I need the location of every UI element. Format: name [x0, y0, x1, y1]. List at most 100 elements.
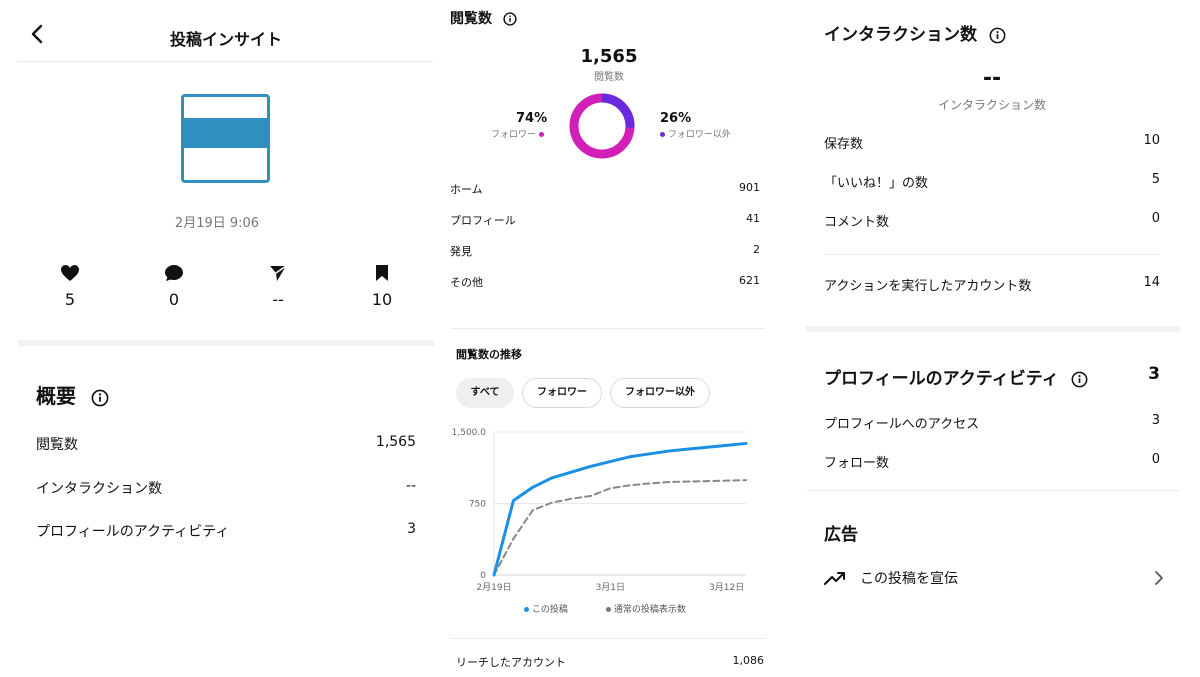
views-heading: 閲覧数: [450, 8, 517, 28]
overview-row-profile-activity[interactable]: プロフィールのアクティビティ 3: [36, 521, 416, 541]
nonfollowers-percent: 26%: [660, 111, 692, 126]
source-label: プロフィール: [450, 214, 516, 227]
views-total: 1,565: [580, 46, 638, 67]
thumbnail-band: [184, 118, 267, 148]
ads-title: 広告: [824, 525, 858, 545]
source-row-home: ホーム 901: [450, 181, 760, 197]
comments-stat: 0: [144, 264, 204, 309]
source-row-profile: プロフィール 41: [450, 212, 760, 228]
series-line-typical: [493, 479, 747, 576]
filter-followers[interactable]: フォロワー: [522, 378, 602, 408]
heart-icon: [61, 265, 79, 281]
source-value: 2: [753, 243, 760, 256]
row-value: 1,565: [375, 434, 416, 450]
overview-title: 概要: [36, 384, 76, 408]
nonfollowers-label: フォロワー以外: [667, 130, 731, 140]
row-value: 5: [1151, 172, 1160, 187]
row-value: 0: [1151, 452, 1160, 467]
post-date: 2月19日 9:06: [174, 216, 260, 231]
promote-label: この投稿を宣伝: [860, 571, 958, 587]
source-value: 901: [739, 181, 760, 194]
section-divider: [18, 340, 434, 346]
views-trend-chart: 0 750 1,500.0 2月19日 3月1日 3月12日: [452, 428, 748, 593]
post-thumbnail[interactable]: [181, 94, 270, 183]
views-title: 閲覧数: [450, 11, 492, 27]
interactions-value: --: [982, 66, 1002, 91]
profile-row-visits: プロフィールへのアクセス 3: [824, 413, 1160, 432]
shares-stat: --: [248, 264, 308, 309]
x-tick-label: 2月19日: [476, 582, 511, 593]
followers-dot: [538, 132, 544, 137]
interactions-title: インタラクション数: [824, 25, 977, 45]
interaction-row-saves: 保存数 10: [824, 133, 1160, 152]
likes-stat: 5: [40, 264, 100, 309]
row-label: コメント数: [824, 215, 890, 230]
interactions-heading: インタラクション数: [824, 20, 1006, 45]
overview-row-interactions[interactable]: インタラクション数 --: [36, 478, 416, 498]
nonfollowers-legend: フォロワー以外: [660, 127, 731, 140]
profile-activity-value: 3: [1148, 364, 1160, 384]
saves-count: 10: [371, 290, 393, 309]
legend-label: この投稿: [531, 605, 568, 615]
profile-row-follows: フォロー数 0: [824, 452, 1160, 471]
section-divider: [806, 326, 1180, 332]
row-label: 「いいね！」の数: [824, 176, 929, 191]
interactions-panel: インタラクション数 -- インタラクション数 保存数 10 「いいね！」の数 5…: [784, 0, 1200, 677]
interaction-row-comments: コメント数 0: [824, 211, 1160, 230]
overview-row-views[interactable]: 閲覧数 1,565: [36, 434, 416, 454]
header: 投稿インサイト: [18, 0, 434, 62]
reach-value: 1,086: [732, 654, 765, 667]
page-title: 投稿インサイト: [169, 30, 282, 49]
filter-all[interactable]: すべて: [456, 378, 514, 408]
info-icon[interactable]: [989, 27, 1006, 44]
info-icon[interactable]: [503, 12, 517, 26]
legend-dot-typical: [606, 607, 611, 612]
shares-count: --: [272, 290, 284, 309]
row-label: アクションを実行したアカウント数: [824, 279, 1032, 294]
followers-legend: フォロワー: [491, 127, 544, 140]
y-tick-label: 0: [480, 571, 486, 581]
source-row-explore: 発見 2: [450, 243, 760, 259]
post-insights-panel: 投稿インサイト 2月19日 9:06 5 0 -- 10 概要 閲覧数 1,56…: [0, 0, 434, 677]
donut-nonfollowers-arc: [601, 93, 635, 129]
profile-activity-heading: プロフィールのアクティビティ 3: [824, 364, 1160, 389]
row-value: --: [405, 478, 416, 494]
source-label: 発見: [450, 245, 472, 258]
row-label: フォロー数: [824, 456, 890, 471]
send-icon: [270, 265, 287, 281]
source-label: ホーム: [450, 183, 483, 196]
row-label: 閲覧数: [36, 437, 78, 453]
divider: [806, 490, 1180, 491]
likes-count: 5: [64, 290, 76, 309]
trending-up-icon: [824, 572, 845, 585]
trend-title: 閲覧数の推移: [456, 348, 522, 361]
row-value: 14: [1143, 275, 1160, 290]
overview-heading: 概要: [36, 380, 109, 409]
comments-count: 0: [168, 290, 180, 309]
series-line-this-post: [492, 441, 748, 577]
row-value: 0: [1151, 211, 1160, 226]
filter-nonfollowers[interactable]: フォロワー以外: [610, 378, 710, 408]
row-label: プロフィールへのアクセス: [824, 417, 980, 432]
row-label: 保存数: [824, 137, 864, 152]
followers-donut: [569, 93, 635, 159]
info-icon[interactable]: [1071, 371, 1088, 388]
chevron-right-icon: [1155, 571, 1163, 585]
info-icon[interactable]: [91, 389, 109, 407]
views-total-label: 閲覧数: [594, 72, 624, 83]
bookmark-icon: [376, 265, 388, 281]
divider: [450, 328, 766, 329]
x-tick-label: 3月1日: [596, 582, 625, 593]
divider: [824, 254, 1160, 255]
y-tick-label: 1,500.0: [452, 428, 487, 438]
source-value: 41: [746, 212, 760, 225]
legend-this-post: この投稿: [524, 602, 568, 615]
views-panel: 閲覧数 1,565 閲覧数 74% フォロワー 26% フォロワー以外 ホーム …: [434, 0, 784, 677]
interactions-value-label: インタラクション数: [937, 98, 1046, 112]
legend-label: 通常の投稿表示数: [613, 605, 686, 615]
reach-row: リーチしたアカウント 1,086: [456, 654, 764, 670]
interaction-row-likes: 「いいね！」の数 5: [824, 172, 1160, 191]
divider: [450, 638, 766, 639]
legend-typical: 通常の投稿表示数: [606, 602, 686, 615]
promote-post-row[interactable]: この投稿を宣伝: [824, 568, 1164, 588]
